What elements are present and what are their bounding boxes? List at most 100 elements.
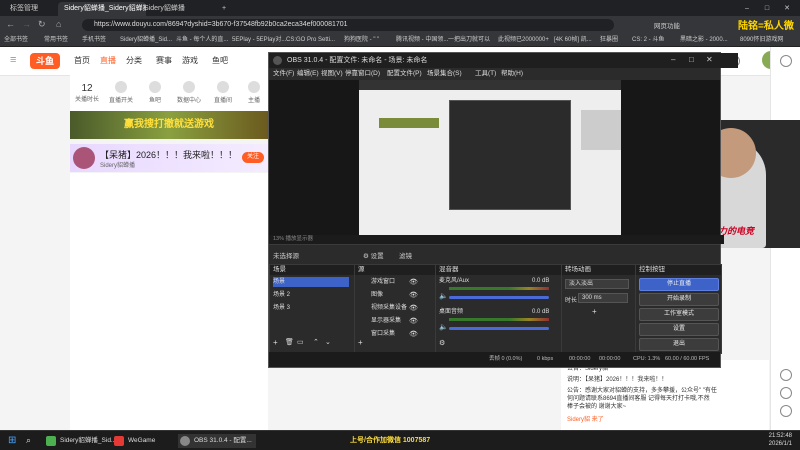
subnav-room[interactable]: 直播间	[206, 75, 240, 104]
visibility-eye-icon[interactable]: 👁	[409, 291, 418, 299]
history-icon[interactable]	[780, 369, 792, 381]
visibility-eye-icon[interactable]: 👁	[409, 278, 418, 286]
menu-profile[interactable]: 配置文件(P)	[387, 68, 422, 80]
bookmark-item[interactable]: 斗鱼 - 每个人的直...	[176, 35, 228, 46]
speaker-icon[interactable]: 🔈	[439, 323, 448, 331]
bookmark-item[interactable]: 手机书签	[82, 35, 106, 46]
subnav-anchor[interactable]: 主播	[240, 75, 268, 104]
bookmark-item[interactable]: 全部书签	[4, 35, 28, 46]
properties-button[interactable]: ⚙ 设置	[363, 250, 384, 260]
obs-title-bar[interactable]: OBS 31.0.4 - 配置文件: 未命名 - 场景: 未命名	[269, 53, 738, 68]
bookmark-item[interactable]: CS:GO Pro Setti...	[286, 35, 335, 46]
minimize-icon[interactable]: –	[740, 2, 754, 16]
maximize-icon[interactable]: □	[760, 2, 774, 16]
bookmark-item[interactable]: [4K 60帧] 凯...	[554, 35, 592, 46]
nav-category[interactable]: 分类	[126, 55, 142, 66]
bookmark-item[interactable]: 腾讯视频 - 中国领...	[396, 35, 448, 46]
more-icon[interactable]	[780, 405, 792, 417]
subnav-live-switch[interactable]: 直播开关	[104, 75, 138, 104]
source-item[interactable]: 显示器采集	[371, 316, 401, 326]
move-up-icon[interactable]: ⌃	[313, 338, 319, 346]
bookmark-item[interactable]: 5EPlay - 5EPlay对...	[232, 35, 286, 46]
douyu-logo[interactable]: 斗鱼	[30, 53, 60, 69]
taskbar-item-browser[interactable]: Sidery貂蝉播_Sid...	[44, 434, 116, 448]
forward-icon[interactable]: →	[22, 19, 31, 29]
source-item[interactable]: 图像	[371, 290, 383, 300]
speaker-icon[interactable]: 🔈	[439, 292, 448, 300]
scene-item[interactable]: 场景	[273, 277, 349, 287]
maximize-icon[interactable]: □	[689, 55, 694, 64]
web-function-label[interactable]: 网页功能	[654, 20, 680, 30]
transition-select[interactable]: 淡入淡出	[565, 279, 629, 289]
nav-games[interactable]: 游戏	[182, 55, 198, 66]
menu-edit[interactable]: 编辑(E)	[297, 68, 319, 80]
url-input[interactable]: https://www.douyu.com/8694?dyshid=3b670-…	[82, 19, 614, 31]
tab-douyu-active[interactable]: Sidery貂蝉播_Sidery貂蝉播	[58, 2, 146, 16]
nav-home[interactable]: 首页	[74, 55, 90, 66]
streamer-name[interactable]: Sidery貂蝉播	[100, 160, 135, 169]
obs-preview[interactable]	[269, 80, 720, 235]
windows-start-icon[interactable]: ⊞	[8, 435, 16, 446]
back-icon[interactable]: ←	[6, 19, 15, 29]
delete-scene-icon[interactable]: 🗑	[285, 338, 294, 346]
start-recording-button[interactable]: 开始录制	[639, 293, 719, 306]
bookmark-item[interactable]: 8090怀旧游戏网	[740, 35, 783, 46]
bookmark-item[interactable]: CS: 2 - 斗鱼	[632, 35, 664, 46]
visibility-eye-icon[interactable]: 👁	[409, 304, 418, 312]
home-icon[interactable]: ⌂	[56, 19, 61, 29]
download-icon[interactable]	[780, 387, 792, 399]
close-icon[interactable]: ✕	[780, 2, 794, 16]
taskbar-item-wegame[interactable]: WeGame	[112, 434, 155, 448]
new-tab-button[interactable]: +	[222, 2, 232, 16]
menu-icon[interactable]: ≡	[10, 54, 16, 66]
bookmark-item[interactable]: 黑暗之影 - 2000...	[680, 35, 728, 46]
taskbar-item-obs[interactable]: OBS 31.0.4 - 配置...	[178, 434, 256, 448]
studio-mode-button[interactable]: 工作室模式	[639, 308, 719, 321]
subnav-fishbar[interactable]: 鱼吧	[138, 75, 172, 104]
stop-streaming-button[interactable]: 停止直播	[639, 278, 719, 291]
streamer-avatar[interactable]	[73, 147, 95, 169]
add-scene-icon[interactable]: +	[273, 338, 278, 347]
menu-file[interactable]: 文件(F)	[273, 68, 294, 80]
message-icon[interactable]	[780, 55, 792, 67]
bookmark-item[interactable]: 常用书签	[44, 35, 68, 46]
minimize-icon[interactable]: –	[671, 55, 675, 64]
add-transition-icon[interactable]: +	[592, 307, 597, 316]
scene-item[interactable]: 场景 2	[273, 290, 349, 300]
menu-tools[interactable]: 工具(T)	[475, 68, 496, 80]
menu-docks[interactable]: 停靠窗口(D)	[345, 68, 380, 80]
system-clock[interactable]: 21:52:48 2026/1/1	[769, 432, 792, 448]
volume-slider[interactable]	[449, 296, 549, 299]
subnav-duration[interactable]: 12 关播时长	[70, 75, 104, 103]
subnav-data-center[interactable]: 数据中心	[172, 75, 206, 104]
volume-slider[interactable]	[449, 327, 549, 330]
nav-fishbar[interactable]: 鱼吧	[212, 55, 228, 66]
scene-settings-icon[interactable]: ▭	[297, 338, 304, 346]
visibility-eye-icon[interactable]: 👁	[409, 317, 418, 325]
source-item[interactable]: 窗口采集	[371, 329, 395, 339]
bookmark-item[interactable]: Sidery貂蝉播_Sid...	[120, 35, 172, 46]
settings-button[interactable]: 设置	[639, 323, 719, 336]
tab-bookmark-manager[interactable]: 标签管理	[4, 2, 66, 16]
duration-input[interactable]: 300 ms	[578, 293, 628, 303]
menu-scene-collection[interactable]: 场景集合(S)	[427, 68, 462, 80]
add-source-icon[interactable]: +	[358, 338, 363, 347]
move-down-icon[interactable]: ⌄	[325, 338, 331, 346]
bookmark-item[interactable]: 此视频已2000000+	[498, 35, 549, 46]
bookmark-item[interactable]: 一把出刀就可以	[448, 35, 490, 46]
visibility-eye-icon[interactable]: 👁	[409, 330, 418, 338]
menu-help[interactable]: 帮助(H)	[501, 68, 523, 80]
reload-icon[interactable]: ↻	[38, 19, 46, 30]
search-icon[interactable]: ⌕	[26, 435, 31, 446]
nav-events[interactable]: 赛事	[156, 55, 172, 66]
exit-button[interactable]: 退出	[639, 338, 719, 351]
follow-button[interactable]: 关注	[242, 152, 264, 163]
mixer-settings-icon[interactable]: ⚙	[439, 339, 445, 347]
source-item[interactable]: 游戏窗口	[371, 277, 395, 287]
menu-view[interactable]: 视图(V)	[321, 68, 343, 80]
promo-banner[interactable]: 赢我搜打撤就送游戏	[70, 111, 268, 139]
filters-button[interactable]: 滤镜	[399, 250, 412, 260]
close-icon[interactable]: ✕	[706, 55, 713, 64]
nav-live[interactable]: 直播	[100, 55, 116, 66]
bookmark-item[interactable]: 狂暴圈	[600, 35, 618, 46]
